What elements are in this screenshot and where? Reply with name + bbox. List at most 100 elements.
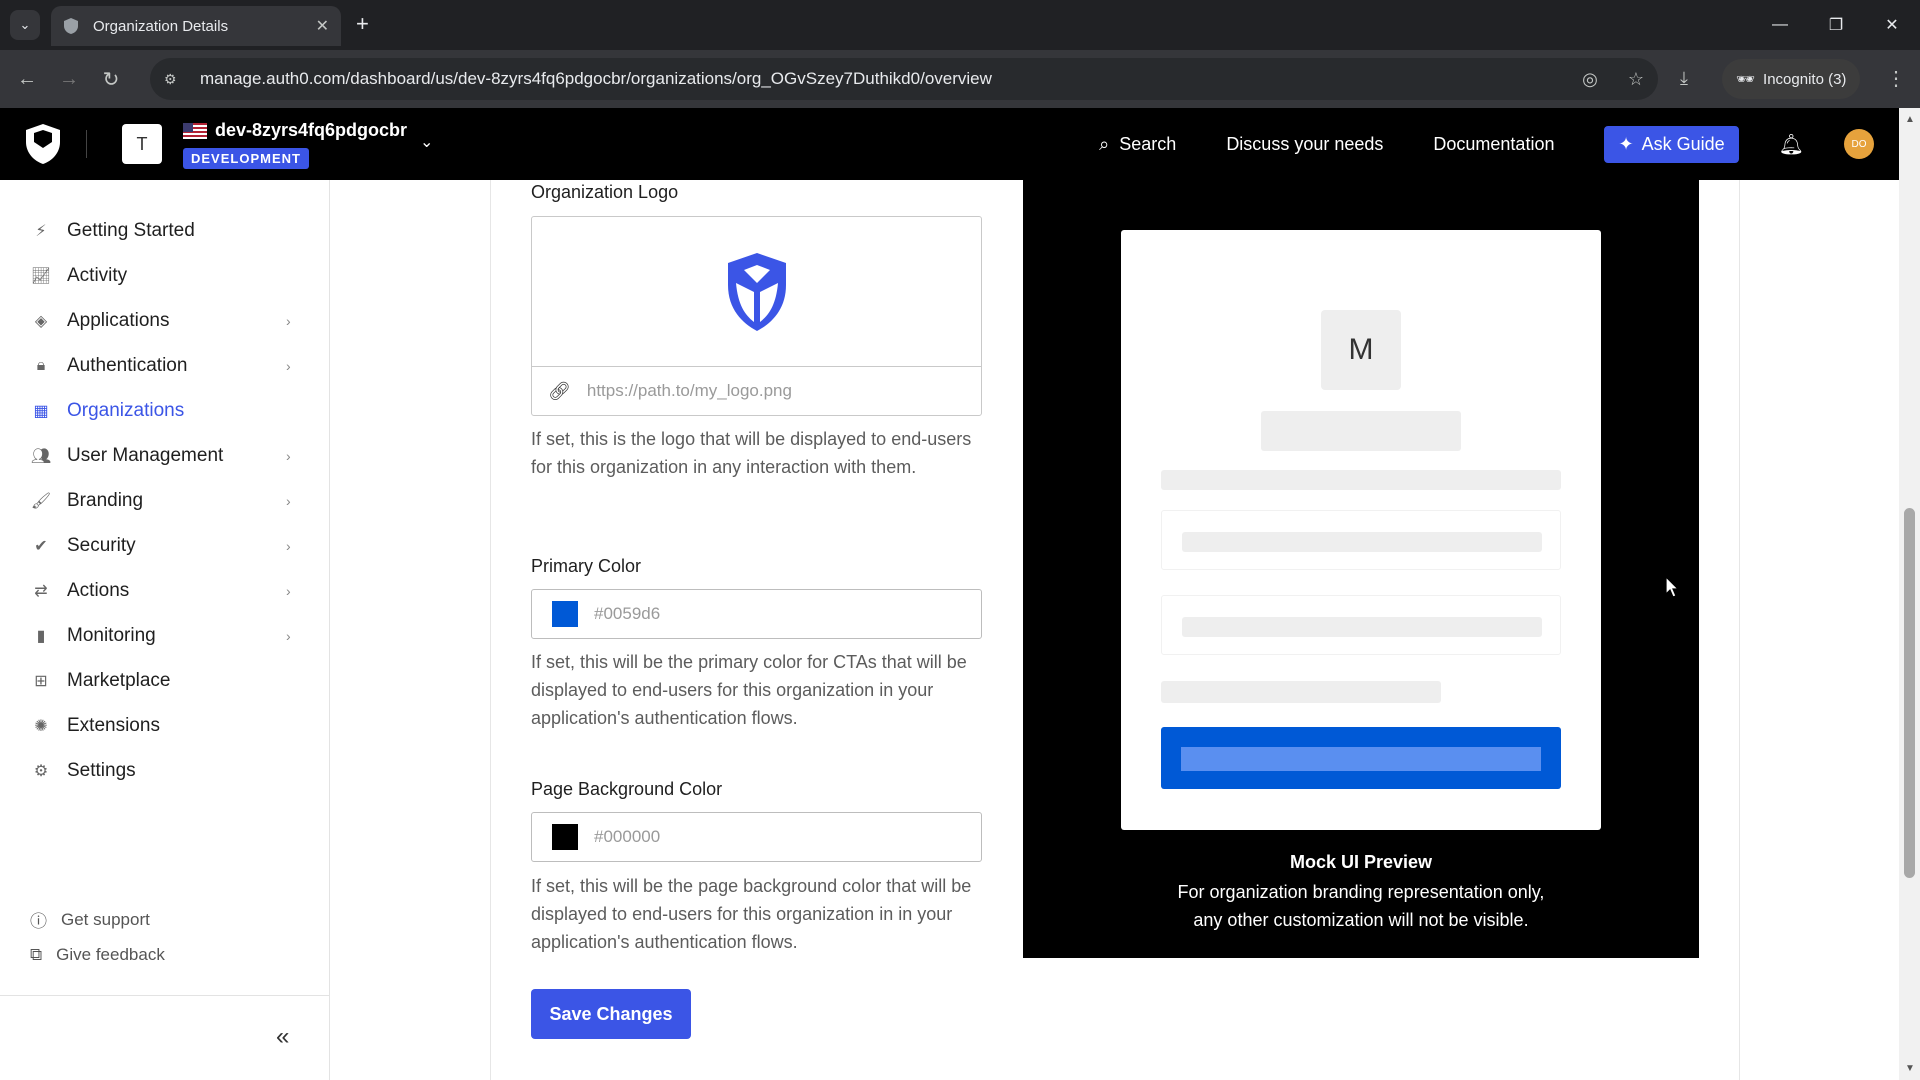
background-color-swatch[interactable] [552,824,578,850]
mock-title-placeholder [1261,411,1461,451]
chart-icon: 📈︎ [30,267,52,285]
primary-color-help: If set, this will be the primary color f… [531,652,967,728]
chevron-down-icon: ⌄ [19,17,31,32]
restore-icon[interactable]: ❐ [1808,0,1864,50]
organization-logo-label: Organization Logo [531,182,679,202]
new-tab-button[interactable]: + [356,12,369,36]
chevron-down-icon[interactable]: ⌄ [420,132,433,152]
preview-subtitle-line: any other customization will not be visi… [1193,910,1529,930]
logo-help-text: If set, this is the logo that will be di… [531,429,972,477]
preview-subtitle: For organization branding representation… [1023,878,1699,934]
logo-url-input[interactable]: https://path.to/my_logo.png [587,381,792,401]
mock-login-card: M [1121,230,1601,830]
tenant-selector[interactable]: dev-8zyrs4fq6pdgocbr [183,120,407,141]
sidebar-item-marketplace[interactable]: ⊞ Marketplace [0,658,330,703]
save-changes-button[interactable]: Save Changes [531,989,691,1039]
tenant-avatar[interactable]: T [122,124,162,164]
star-icon[interactable]: ☆ [1628,69,1644,90]
incognito-label: Incognito (3) [1763,70,1847,88]
users-icon: 👥︎ [30,447,52,465]
sidebar-item-monitoring[interactable]: ▮ Monitoring › [0,613,330,658]
get-support-link[interactable]: ⓘ Get support [30,907,150,932]
sidebar-item-label: Getting Started [67,219,195,241]
preview-subtitle-line: For organization branding representation… [1177,882,1545,902]
forward-icon[interactable]: → [54,68,84,91]
tenant-name: dev-8zyrs4fq6pdgocbr [215,120,408,140]
download-icon[interactable]: ⤓ [1680,68,1688,89]
give-feedback-link[interactable]: ⧉ Give feedback [30,945,165,965]
grid-plus-icon: ⊞ [34,672,48,690]
primary-color-swatch[interactable] [552,601,578,627]
mock-logo: M [1321,310,1401,390]
incognito-icon: 🕶 [1736,71,1756,88]
sidebar-item-label: Branding [67,489,144,511]
user-avatar[interactable]: DO [1844,129,1874,159]
tab-search-button[interactable]: ⌄ [10,10,40,40]
reload-icon[interactable]: ↻ [96,67,126,92]
scroll-down-icon[interactable]: ▼ [1905,1063,1915,1074]
sidebar-item-label: Authentication [67,354,188,376]
sidebar-item-getting-started[interactable]: ⚡︎ Getting Started [0,208,330,253]
bolt-icon: ⚡︎ [35,222,47,240]
close-window-icon[interactable]: ✕ [1864,0,1920,50]
browser-menu-icon[interactable]: ⋮ [1886,66,1906,91]
primary-color-label: Primary Color [531,556,642,576]
sidebar-item-security[interactable]: ✔ Security › [0,523,330,568]
mock-link-placeholder [1161,681,1441,703]
browser-tab-bar: ⌄ Organization Details ✕ + — ❐ ✕ [0,0,1920,50]
sidebar-item-label: Actions [67,579,130,601]
eye-off-icon[interactable]: ◎ [1582,69,1598,90]
sidebar-item-label: Security [67,534,136,556]
scrollbar-thumb[interactable] [1904,508,1915,878]
address-bar-row: ← → ↻ ⚙ manage.auth0.com/dashboard/us/de… [0,50,1920,108]
url-bar[interactable]: ⚙ manage.auth0.com/dashboard/us/dev-8zyr… [150,58,1658,100]
primary-color-input[interactable]: #0059d6 [531,589,982,639]
sidebar-divider [0,995,330,996]
sidebar-item-branding[interactable]: 🖌︎ Branding › [0,478,330,523]
discuss-link[interactable]: Discuss your needs [1226,134,1383,155]
scroll-up-icon[interactable]: ▲ [1905,114,1915,125]
sidebar-item-activity[interactable]: 📈︎ Activity [0,253,330,298]
url-text[interactable]: manage.auth0.com/dashboard/us/dev-8zyrs4… [200,69,992,89]
sidebar-item-user-management[interactable]: 👥︎ User Management › [0,433,330,478]
ask-guide-button[interactable]: ✦ Ask Guide [1604,125,1739,163]
page-background-color-label: Page Background Color [531,779,723,799]
header-divider [86,130,87,158]
chevron-right-icon: › [286,582,291,599]
preview-title: Mock UI Preview [1289,852,1433,872]
site-info-icon[interactable]: ⚙ [164,71,188,88]
sidebar-item-label: Organizations [67,399,185,421]
app-header: T dev-8zyrs4fq6pdgocbr DEVELOPMENT ⌄ ⌕ S… [0,108,1899,180]
lock-icon: 🔒︎ [36,356,46,374]
minimize-icon[interactable]: — [1752,0,1808,50]
browser-tab[interactable]: Organization Details ✕ [51,6,341,46]
layers-icon: ◈ [34,312,48,330]
sidebar-item-applications[interactable]: ◈ Applications › [0,298,330,343]
chevron-right-icon: › [286,627,291,644]
back-icon[interactable]: ← [12,68,42,91]
sidebar: ⚡︎ Getting Started 📈︎ Activity ◈ Applicatio… [0,180,330,1080]
incognito-badge[interactable]: 🕶 Incognito (3) [1722,59,1861,99]
sidebar-item-organizations[interactable]: ▦ Organizations [0,388,330,433]
page-background-color-input[interactable]: #000000 [531,812,982,862]
chevron-right-icon: › [286,357,291,374]
us-flag-icon [183,122,207,139]
search-button[interactable]: ⌕ Search [1099,134,1176,155]
auth0-logo-icon[interactable] [24,124,62,164]
page-scrollbar[interactable]: ▲ ▼ [1899,108,1920,1080]
sparkle-icon: ✦ [1618,133,1634,154]
bell-icon[interactable]: 🔔︎ [1779,132,1804,157]
shield-favicon-icon [63,18,79,34]
sidebar-item-label: User Management [67,444,224,466]
mouse-cursor-icon [1665,576,1679,598]
give-feedback-label: Give feedback [56,945,165,964]
search-icon: ⌕ [1099,133,1110,154]
collapse-sidebar-icon[interactable]: « [276,1023,289,1051]
logo-field: 🔗︎ https://path.to/my_logo.png [531,216,982,416]
close-tab-icon[interactable]: ✕ [316,16,329,36]
documentation-link[interactable]: Documentation [1433,134,1554,155]
sidebar-item-settings[interactable]: ⚙ Settings [0,748,330,793]
sidebar-item-actions[interactable]: ⇄ Actions › [0,568,330,613]
sidebar-item-authentication[interactable]: 🔒︎ Authentication › [0,343,330,388]
sidebar-item-extensions[interactable]: ✺ Extensions [0,703,330,748]
